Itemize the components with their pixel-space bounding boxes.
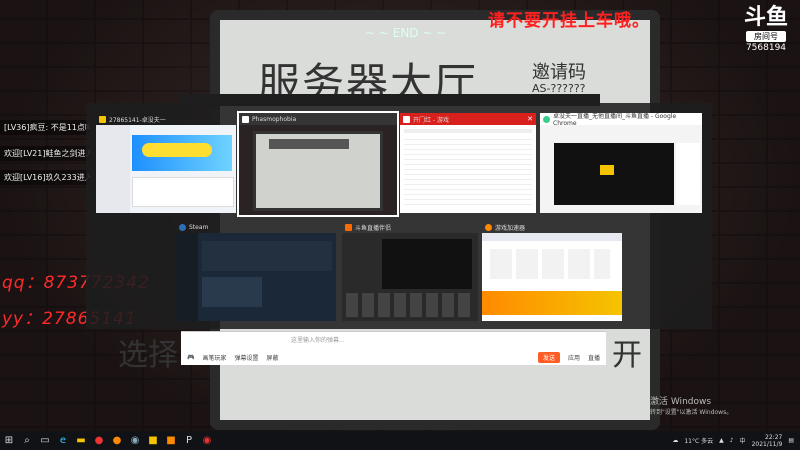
room-number: 7568194 (745, 43, 787, 53)
window-thumb-douyu[interactable]: 27865141-卓没夫一 (96, 113, 236, 213)
window-title: 27865141-卓没夫一 (109, 116, 166, 124)
window-title: 游戏加速器 (495, 224, 526, 232)
phasmophobia-icon[interactable]: P (180, 431, 198, 450)
window-thumb-douyu-companion[interactable]: 斗鱼直播伴侣 (342, 221, 478, 321)
invite-label: 邀请码 (532, 62, 586, 83)
chat-message: 欢迎[LV16]玖久233进入 (0, 170, 90, 185)
ime-indicator[interactable]: 中 (740, 436, 746, 445)
window-preview (239, 125, 397, 215)
chrome-icon[interactable]: ● (90, 431, 108, 450)
chat-action[interactable]: 画笔玩家 (202, 353, 226, 362)
app-icon (403, 115, 410, 123)
window-title: 开门红 - 游戏 (413, 116, 449, 124)
warning-text: 请不要开挂上车哦。 (488, 11, 650, 31)
cloud-icon: ☁ (672, 437, 679, 444)
chat-message: 欢迎[LV21]鲑鱼之剑进入 (0, 146, 90, 161)
notification-icon[interactable]: ▤ (788, 437, 794, 444)
window-preview (400, 125, 536, 213)
windows-activation-watermark: 激活 Windows 转到"设置"以激活 Windows。 (650, 394, 732, 416)
clock[interactable]: 22:27 2021/11/9 (752, 434, 783, 448)
activation-line2: 转到"设置"以激活 Windows。 (650, 409, 733, 416)
chrome-icon (543, 115, 550, 123)
window-thumb-steam[interactable]: Steam (176, 221, 336, 321)
gamepad-icon[interactable]: 🎮 (187, 354, 194, 361)
network-icon[interactable]: ▲ (719, 437, 724, 444)
douyu-icon (99, 115, 106, 123)
window-preview (482, 233, 622, 321)
phasmophobia-icon (242, 115, 249, 123)
douyu-icon[interactable]: ■ (144, 431, 162, 450)
task-view-icon[interactable]: ▭ (36, 431, 54, 450)
close-icon[interactable]: ✕ (527, 115, 533, 123)
windows-start-icon[interactable]: ⊞ (0, 431, 18, 450)
window-title: 斗鱼直播伴侣 (355, 224, 392, 232)
douyu-companion-icon (345, 223, 352, 231)
chat-action[interactable]: 屏蔽 (267, 353, 279, 362)
firefox-icon[interactable]: ● (108, 431, 126, 450)
search-icon[interactable]: ⌕ (18, 431, 36, 450)
accelerator-icon (485, 223, 492, 231)
edge-icon[interactable]: e (54, 431, 72, 450)
window-thumb-browser-game[interactable]: 开门红 - 游戏 ✕ (400, 113, 536, 213)
danmaku-input-panel: 这里输入你的弹幕... 🎮 画笔玩家 弹幕设置 屏蔽 发送 应用 直播 (181, 331, 606, 365)
window-thumb-accelerator[interactable]: 游戏加速器 (482, 221, 622, 321)
activation-line1: 激活 Windows (650, 397, 712, 407)
window-title: Phasmophobia (252, 115, 297, 123)
date: 2021/11/9 (751, 440, 783, 448)
board-bottom-right: 开 (612, 338, 642, 373)
system-tray: ☁ 11°C 多云 ▲ ♪ 中 22:27 2021/11/9 ▤ (672, 434, 800, 448)
send-button[interactable]: 发送 (537, 351, 560, 363)
window-preview (342, 233, 478, 321)
taskbar: ⊞ ⌕ ▭ e ▬ ● ● ◉ ■ ■ P ◉ ☁ 11°C 多云 ▲ ♪ 中 … (0, 431, 800, 450)
time: 22:27 (765, 433, 783, 441)
chat-action[interactable]: 弹幕设置 (235, 353, 259, 362)
apps-link[interactable]: 应用 (568, 353, 580, 362)
weather[interactable]: 11°C 多云 (684, 436, 713, 445)
accelerator-icon[interactable]: ■ (162, 431, 180, 450)
window-preview (176, 233, 336, 321)
volume-icon[interactable]: ♪ (730, 437, 734, 444)
window-thumb-phasmophobia[interactable]: Phasmophobia (237, 111, 399, 217)
window-preview (96, 125, 236, 213)
steam-icon (179, 223, 186, 231)
steam-icon[interactable]: ◉ (126, 431, 144, 450)
netease-icon[interactable]: ◉ (198, 431, 216, 450)
folder-icon[interactable]: ▬ (72, 431, 90, 450)
alt-tab-switcher: 27865141-卓没夫一 Phasmophobia 开门红 - 游戏 ✕ 卓没夫… (86, 103, 712, 329)
douyu-logo: 斗鱼 房间号 7568194 (740, 6, 792, 54)
logo-tag: 房间号 (746, 31, 786, 42)
danmaku-input[interactable]: 这里输入你的弹幕... (291, 335, 591, 347)
window-preview (540, 125, 702, 213)
chat-message: [LV36]疯豆: 不是11点吗 (0, 120, 90, 135)
window-thumb-chrome[interactable]: 卓没夫一直播_无他直播间_斗鱼直播 - Google Chrome (540, 113, 702, 213)
end-label: ~ ~ END ~ ~ (365, 26, 447, 40)
live-link[interactable]: 直播 (588, 353, 600, 362)
window-title: Steam (189, 223, 209, 231)
board-bottom-left: 选择 (118, 338, 178, 373)
logo-mark: 斗鱼 (743, 5, 788, 30)
